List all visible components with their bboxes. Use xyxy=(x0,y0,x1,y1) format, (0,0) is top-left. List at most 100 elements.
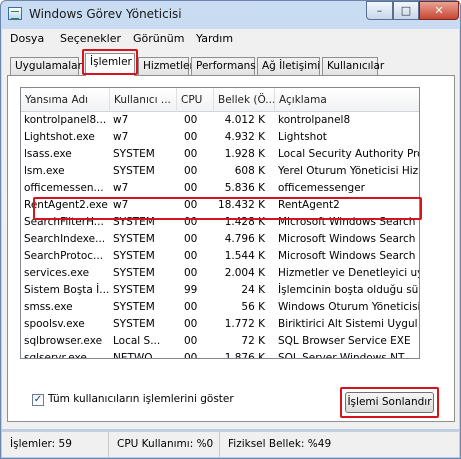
tab-ag-iletisimi[interactable]: Ağ İletişimi xyxy=(257,57,320,75)
table-row[interactable]: sqlbrowser.exe Local S... 00 72 K SQL Browse… xyxy=(21,333,419,350)
cell-image-name: SearchProtoc... xyxy=(24,250,104,262)
cell-image-name: lsm.exe xyxy=(24,165,65,177)
table-row[interactable]: Sistem Boşta İ... SYSTEM 99 24 K İşlemcinin … xyxy=(21,282,420,299)
menu-dosya[interactable]: Dosya xyxy=(10,32,44,45)
table-row[interactable]: smss.exe SYSTEM 00 56 K Windows Oturum Yönet… xyxy=(21,299,420,316)
column-header-row: Yansıma Adı Kullanıcı ... CPU Bellek (Ö.… xyxy=(21,88,419,112)
menu-gorunum[interactable]: Görünüm xyxy=(133,32,184,45)
cell-user: SYSTEM xyxy=(113,301,155,313)
cell-cpu: 00 xyxy=(184,233,198,245)
cell-memory: 72 K xyxy=(241,335,265,347)
cell-memory: 1.772 K xyxy=(224,318,265,330)
cell-image-name: lsass.exe xyxy=(24,148,72,160)
cell-memory: 4.012 K xyxy=(224,114,265,126)
cell-image-name: sqlbrowser.exe xyxy=(24,335,103,347)
title-bar[interactable]: Windows Görev Yöneticisi – □ ✕ xyxy=(1,1,460,29)
cell-memory: 5.836 K xyxy=(224,182,265,194)
table-row[interactable]: services.exe SYSTEM 00 2.004 K Hizmetler ve … xyxy=(21,265,420,282)
table-row[interactable]: SearchProtoc... SYSTEM 00 1.544 K Microsoft … xyxy=(21,248,420,265)
table-row[interactable]: lsass.exe SYSTEM 00 1.928 K Local Security A… xyxy=(21,146,420,163)
cell-memory: 56 K xyxy=(241,301,265,313)
cell-cpu: 00 xyxy=(184,301,198,313)
process-list[interactable]: Yansıma Adı Kullanıcı ... CPU Bellek (Ö.… xyxy=(20,87,420,359)
tab-hizmetler[interactable]: Hizmetler xyxy=(138,57,194,75)
status-cpu-usage: CPU Kullanımı: %0 xyxy=(113,432,220,458)
cell-image-name: smss.exe xyxy=(24,301,73,313)
cell-user: SYSTEM xyxy=(113,233,155,245)
cell-image-name: services.exe xyxy=(24,267,90,279)
cell-cpu: 00 xyxy=(184,131,198,143)
cell-description: Hizmetler ve Denetleyici uy xyxy=(278,267,420,279)
table-row[interactable]: sqlservr.exe NETWO... 00 1.876 K SQL Server … xyxy=(21,350,419,359)
column-description[interactable]: Açıklama xyxy=(275,88,419,112)
cell-description: Yerel Oturum Yöneticisi Hizm xyxy=(278,165,420,177)
table-row[interactable]: lsm.exe SYSTEM 00 608 K Yerel Oturum Yönetic… xyxy=(21,163,420,180)
cell-memory: 1.544 K xyxy=(224,250,265,262)
show-all-users-label[interactable]: Tüm kullanıcıların işlemlerini göster xyxy=(48,393,234,405)
cell-user: SYSTEM xyxy=(113,250,155,262)
cell-description: Lightshot xyxy=(278,131,327,143)
cell-description: kontrolpanel8 xyxy=(278,114,351,126)
column-image-name[interactable]: Yansıma Adı xyxy=(21,88,110,112)
column-user[interactable]: Kullanıcı ... xyxy=(110,88,177,112)
cell-memory: 608 K xyxy=(234,165,265,177)
table-row[interactable]: SearchIndexe... SYSTEM 00 4.796 K Microsoft … xyxy=(21,231,420,248)
cell-description: Biriktirici Alt Sistemi Uygul xyxy=(278,318,418,330)
cell-image-name: kontrolpanel8... xyxy=(24,114,107,126)
status-physical-memory: Fiziksel Bellek: %49 xyxy=(228,438,332,450)
show-all-users-checkbox[interactable]: ✓ xyxy=(32,394,44,406)
cell-cpu: 00 xyxy=(184,114,198,126)
cell-description: SQL Server Windows NT xyxy=(278,352,405,359)
cell-cpu: 00 xyxy=(184,250,198,262)
table-row[interactable]: Lightshot.exe w7 00 4.932 K Lightshot xyxy=(21,129,419,146)
table-row[interactable]: officemessen... w7 00 5.836 K officemessenge… xyxy=(21,180,419,197)
table-row[interactable]: spoolsv.exe SYSTEM 00 1.772 K Biriktirici Al… xyxy=(21,316,419,333)
cell-cpu: 00 xyxy=(184,318,198,330)
minimize-button[interactable]: – xyxy=(366,1,393,20)
cell-cpu: 00 xyxy=(184,267,198,279)
tab-highlight-box xyxy=(82,49,138,75)
maximize-button[interactable]: □ xyxy=(393,1,419,20)
cell-memory: 4.796 K xyxy=(224,233,265,245)
cell-memory: 1.928 K xyxy=(224,148,265,160)
cell-image-name: SearchIndexe... xyxy=(24,233,106,245)
cell-image-name: sqlservr.exe xyxy=(24,352,87,359)
cell-user: SYSTEM xyxy=(113,267,155,279)
cell-user: w7 xyxy=(113,131,129,143)
menu-yardim[interactable]: Yardım xyxy=(196,32,233,45)
cell-memory: 1.876 K xyxy=(224,352,265,359)
column-memory[interactable]: Bellek (Ö... xyxy=(214,88,275,112)
menu-secenekler[interactable]: Seçenekler xyxy=(60,32,121,45)
cell-memory: 24 K xyxy=(241,284,265,296)
cell-image-name: officemessen... xyxy=(24,182,104,194)
cell-description: Windows Oturum Yöneticisi xyxy=(278,301,420,313)
column-cpu[interactable]: CPU xyxy=(177,88,214,112)
cell-description: officemessenger xyxy=(278,182,365,194)
cell-user: w7 xyxy=(113,182,129,194)
cell-cpu: 00 xyxy=(184,182,198,194)
cell-description: Local Security Authority Pro xyxy=(278,148,420,160)
cell-user: SYSTEM xyxy=(113,318,155,330)
row-highlight-box xyxy=(33,197,422,220)
button-highlight-box xyxy=(340,387,439,418)
table-row[interactable]: kontrolpanel8... w7 00 4.012 K kontrolpanel8 xyxy=(21,112,419,129)
tab-performans[interactable]: Performans xyxy=(191,57,256,75)
cell-user: SYSTEM xyxy=(113,165,155,177)
cell-user: Local S... xyxy=(113,335,161,347)
cell-description: Microsoft Windows Search İ xyxy=(278,233,420,245)
close-button[interactable]: ✕ xyxy=(419,1,459,20)
cell-memory: 2.004 K xyxy=(224,267,265,279)
menu-bar: Dosya Seçenekler Görünüm Yardım xyxy=(2,29,459,49)
tab-kullanicilar[interactable]: Kullanıcılar xyxy=(322,57,384,75)
cell-description: Microsoft Windows Search P xyxy=(278,250,420,262)
cell-cpu: 99 xyxy=(184,284,198,296)
status-bar: İşlemler: 59 CPU Kullanımı: %0 Fiziksel … xyxy=(2,431,459,458)
tab-uygulamalar[interactable]: Uygulamalar xyxy=(10,57,82,75)
cell-image-name: spoolsv.exe xyxy=(24,318,85,330)
cell-image-name: Lightshot.exe xyxy=(24,131,95,143)
cell-cpu: 00 xyxy=(184,335,198,347)
cell-user: SYSTEM xyxy=(113,148,155,160)
cell-memory: 4.932 K xyxy=(224,131,265,143)
cell-description: İşlemcinin boşta olduğu sür xyxy=(278,284,420,296)
cell-description: SQL Browser Service EXE xyxy=(278,335,411,347)
